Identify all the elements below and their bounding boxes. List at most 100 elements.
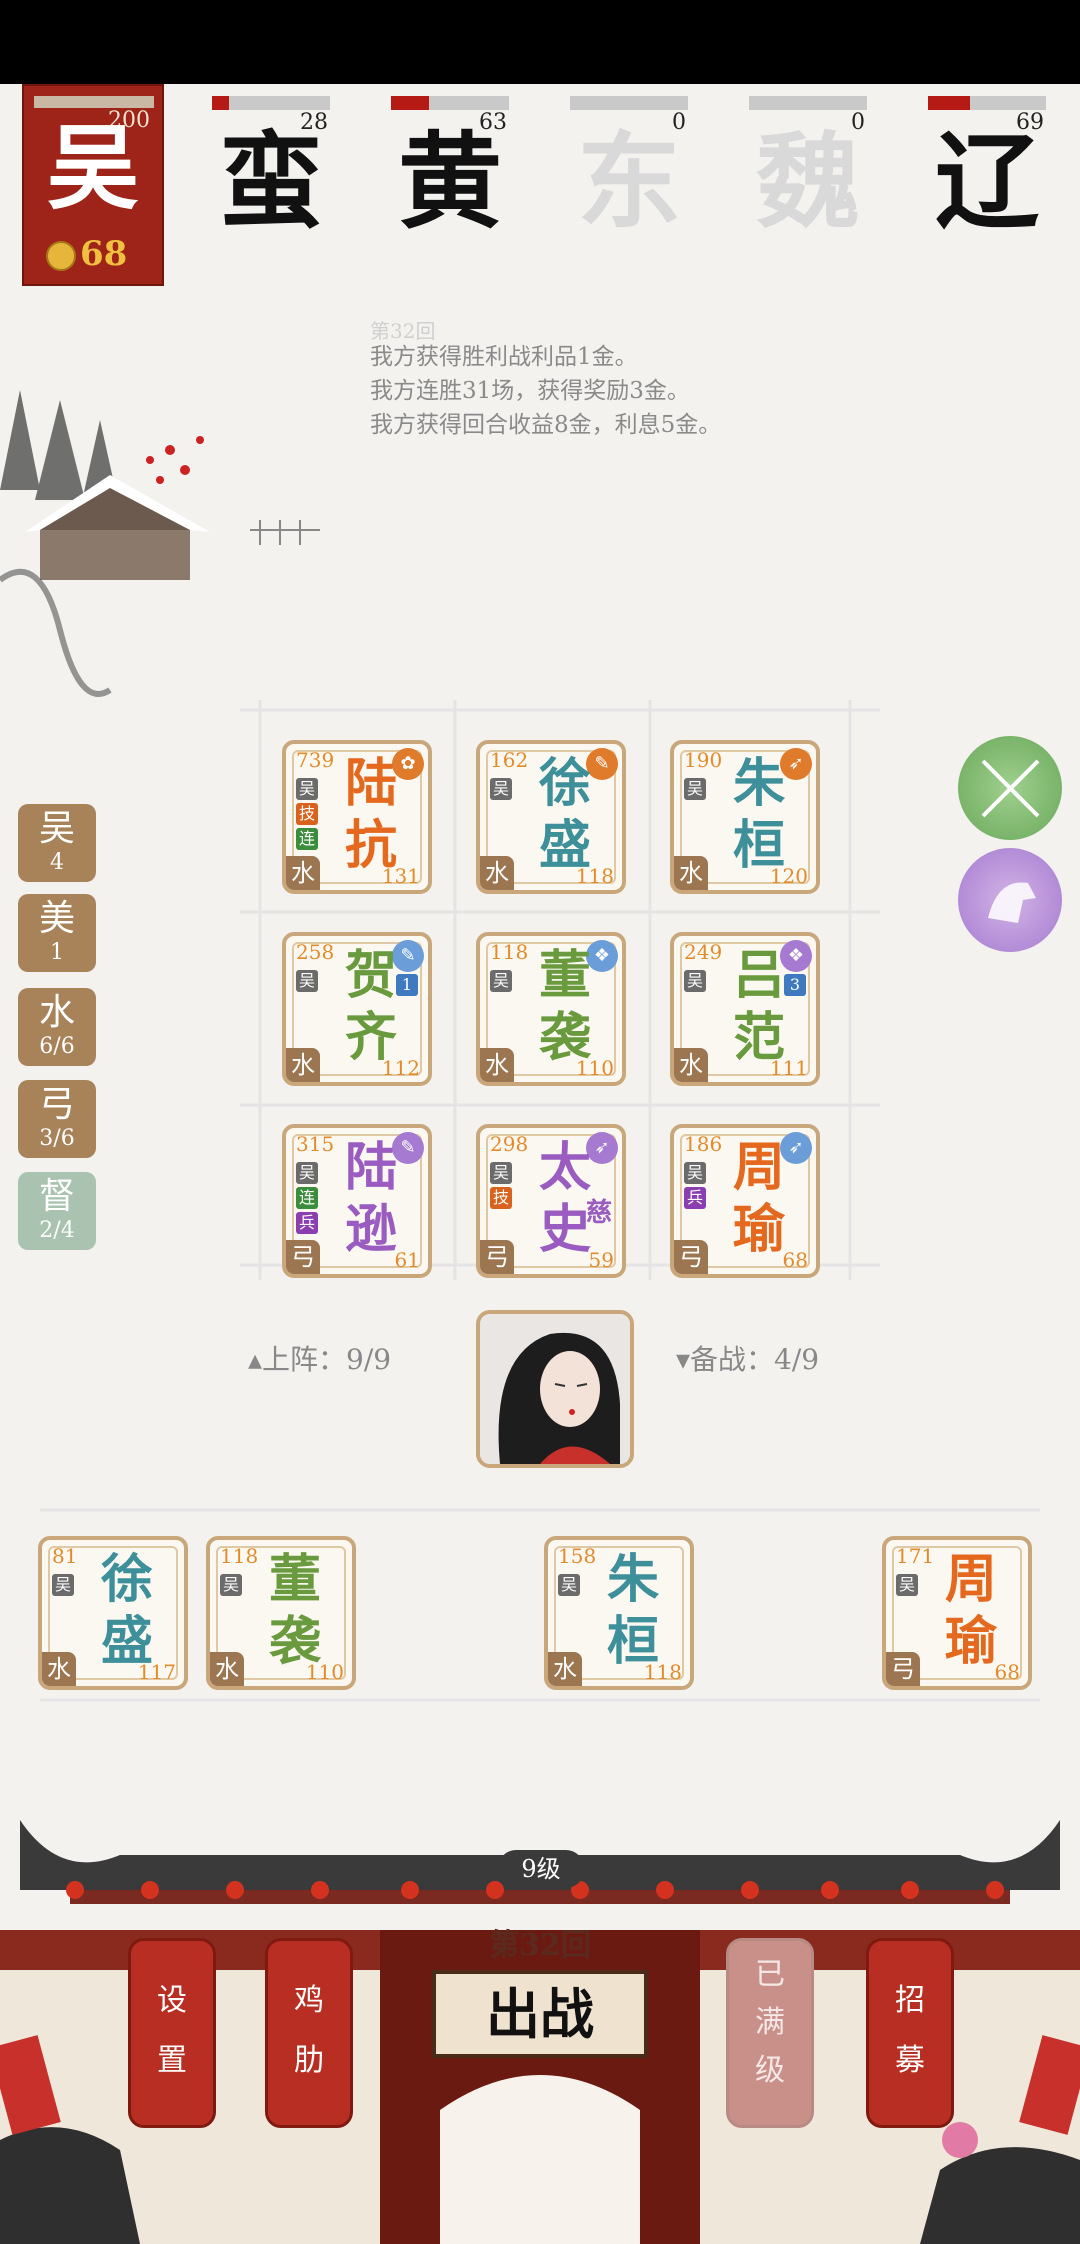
card-type: 弓 xyxy=(286,1240,320,1274)
faction-slot[interactable]: 28 蛮 xyxy=(212,96,330,234)
chicken-rib-button[interactable]: 鸡肋 xyxy=(265,1938,353,2128)
card-cost: 249 xyxy=(684,940,723,964)
bench-card[interactable]: 158 吴 朱 桓 水 118 xyxy=(544,1536,694,1690)
synergy-title: 美 xyxy=(38,898,75,939)
synergy-mei[interactable]: 美1 xyxy=(18,894,96,972)
board-card[interactable]: 162 ✎ 吴 徐 盛 水 118 xyxy=(476,740,626,894)
faction-slot[interactable]: 69 辽 xyxy=(928,96,1046,234)
board-card[interactable]: 258 ✎ 1 吴 贺 齐 水 112 xyxy=(282,932,432,1086)
board-card[interactable]: 298 ➶ 吴技 太 史 慈 弓 59 xyxy=(476,1124,626,1278)
settings-button[interactable]: 设置 xyxy=(128,1938,216,2128)
card-power: 117 xyxy=(137,1660,176,1684)
synergy-commander[interactable]: 督 2/4 xyxy=(18,1172,96,1250)
card-tags: 吴兵 xyxy=(684,1162,706,1212)
faction-slot[interactable]: 0 魏 xyxy=(749,96,867,234)
faction-slot[interactable]: 0 东 xyxy=(570,96,688,234)
card-cost: 298 xyxy=(490,1132,529,1156)
board-card[interactable]: 118 ❖ 吴 董 袭 水 110 xyxy=(476,932,626,1086)
card-cost: 81 xyxy=(52,1544,78,1568)
synergy-title: 督 xyxy=(38,1176,75,1217)
board-card[interactable]: 315 ✎ 吴连兵 陆 逊 弓 61 xyxy=(282,1124,432,1278)
card-tag: 吴 xyxy=(684,1162,706,1184)
board-card[interactable]: 190 ➶ 吴 朱 桓 水 120 xyxy=(670,740,820,894)
faction-hp-bar xyxy=(391,96,509,110)
card-tag: 吴 xyxy=(490,778,512,800)
card-tags: 吴技连 xyxy=(296,778,318,853)
card-tag: 连 xyxy=(296,828,318,850)
bench-card[interactable]: 81 吴 徐 盛 水 117 xyxy=(38,1536,188,1690)
faction-hp-bar xyxy=(570,96,688,110)
log-line: 我方连胜31场，获得奖励3金。 xyxy=(370,378,690,404)
card-name-1: 太 xyxy=(538,1137,591,1198)
card-tag: 吴 xyxy=(296,970,318,992)
faction-hp-fill xyxy=(212,96,229,110)
faction-hp-bar xyxy=(928,96,1046,110)
synergy-value: 3/6 xyxy=(39,1126,75,1151)
bench-card[interactable]: 118 吴 董 袭 水 110 xyxy=(206,1536,356,1690)
faction-name: 东 xyxy=(576,120,681,243)
lantern-char: 设 xyxy=(157,1983,187,2018)
card-tags: 吴 xyxy=(896,1574,918,1599)
card-tag: 吴 xyxy=(220,1574,242,1596)
synergy-value: 2/4 xyxy=(39,1218,75,1243)
card-power: 112 xyxy=(381,1056,420,1080)
faction-hp-fill xyxy=(928,96,970,110)
card-type: 弓 xyxy=(674,1240,708,1274)
player-faction-name: 吴 xyxy=(46,114,139,222)
start-battle-button[interactable]: 出战 xyxy=(432,1970,648,2058)
coin-icon xyxy=(46,241,76,271)
card-type: 水 xyxy=(674,856,708,890)
card-name-1: 贺 xyxy=(344,945,397,1006)
card-tags: 吴 xyxy=(558,1574,580,1599)
card-cost: 162 xyxy=(490,748,529,772)
card-power: 131 xyxy=(381,864,420,888)
card-tag: 吴 xyxy=(684,970,706,992)
faction-name: 黄 xyxy=(397,120,502,243)
card-power: 118 xyxy=(575,864,614,888)
lantern-char: 肋 xyxy=(294,2043,324,2078)
player-faction-panel: 200 吴 68 xyxy=(22,84,164,286)
card-power: 120 xyxy=(769,864,808,888)
synergy-value: 4 xyxy=(50,850,64,875)
faction-name: 辽 xyxy=(934,120,1039,243)
faction-slot[interactable]: 63 黄 xyxy=(391,96,509,234)
card-name-1: 董 xyxy=(268,1549,321,1610)
card-tags: 吴 xyxy=(490,778,512,803)
commander-portrait[interactable] xyxy=(476,1310,634,1468)
status-bar xyxy=(0,0,1080,84)
board-card[interactable]: 249 ❖ 3 吴 吕 范 水 111 xyxy=(670,932,820,1086)
gold-display: 68 xyxy=(46,234,127,274)
card-cost: 118 xyxy=(220,1544,259,1568)
log-line: 我方获得回合收益8金，利息5金。 xyxy=(370,412,722,438)
max-level-button[interactable]: 已满级 xyxy=(726,1938,814,2128)
card-name-3: 慈 xyxy=(585,1198,612,1228)
battle-swords-button[interactable] xyxy=(958,736,1062,840)
card-tag: 吴 xyxy=(490,1162,512,1184)
recruit-button[interactable]: 招募 xyxy=(866,1938,954,2128)
card-name-1: 朱 xyxy=(606,1549,659,1610)
card-name-1: 董 xyxy=(538,945,591,1006)
card-power: 68 xyxy=(782,1248,808,1272)
card-tags: 吴 xyxy=(52,1574,74,1599)
card-tag: 兵 xyxy=(684,1187,706,1209)
card-tags: 吴 xyxy=(684,970,706,995)
lantern-char: 已 xyxy=(755,1957,785,1992)
faction-name: 魏 xyxy=(755,120,860,243)
synergy-water[interactable]: 水 6/6 xyxy=(18,988,96,1066)
lantern-char: 鸡 xyxy=(294,1983,324,2018)
synergy-bow[interactable]: 弓 3/6 xyxy=(18,1080,96,1158)
card-type: 水 xyxy=(480,1048,514,1082)
card-type: 水 xyxy=(210,1652,244,1686)
board-card[interactable]: 739 ✿ 吴技连 陆 抗 水 131 xyxy=(282,740,432,894)
bench-count: ▾备战：4/9 xyxy=(676,1343,820,1376)
horse-mount-button[interactable] xyxy=(958,848,1062,952)
card-tags: 吴 xyxy=(220,1574,242,1599)
card-tag: 连 xyxy=(296,1187,318,1209)
bench-card[interactable]: 171 吴 周 瑜 弓 68 xyxy=(882,1536,1032,1690)
card-tag: 技 xyxy=(296,803,318,825)
card-cost: 190 xyxy=(684,748,723,772)
lantern-char: 置 xyxy=(157,2043,187,2078)
card-cost: 739 xyxy=(296,748,335,772)
synergy-wu[interactable]: 吴4 xyxy=(18,804,96,882)
board-card[interactable]: 186 ➶ 吴兵 周 瑜 弓 68 xyxy=(670,1124,820,1278)
